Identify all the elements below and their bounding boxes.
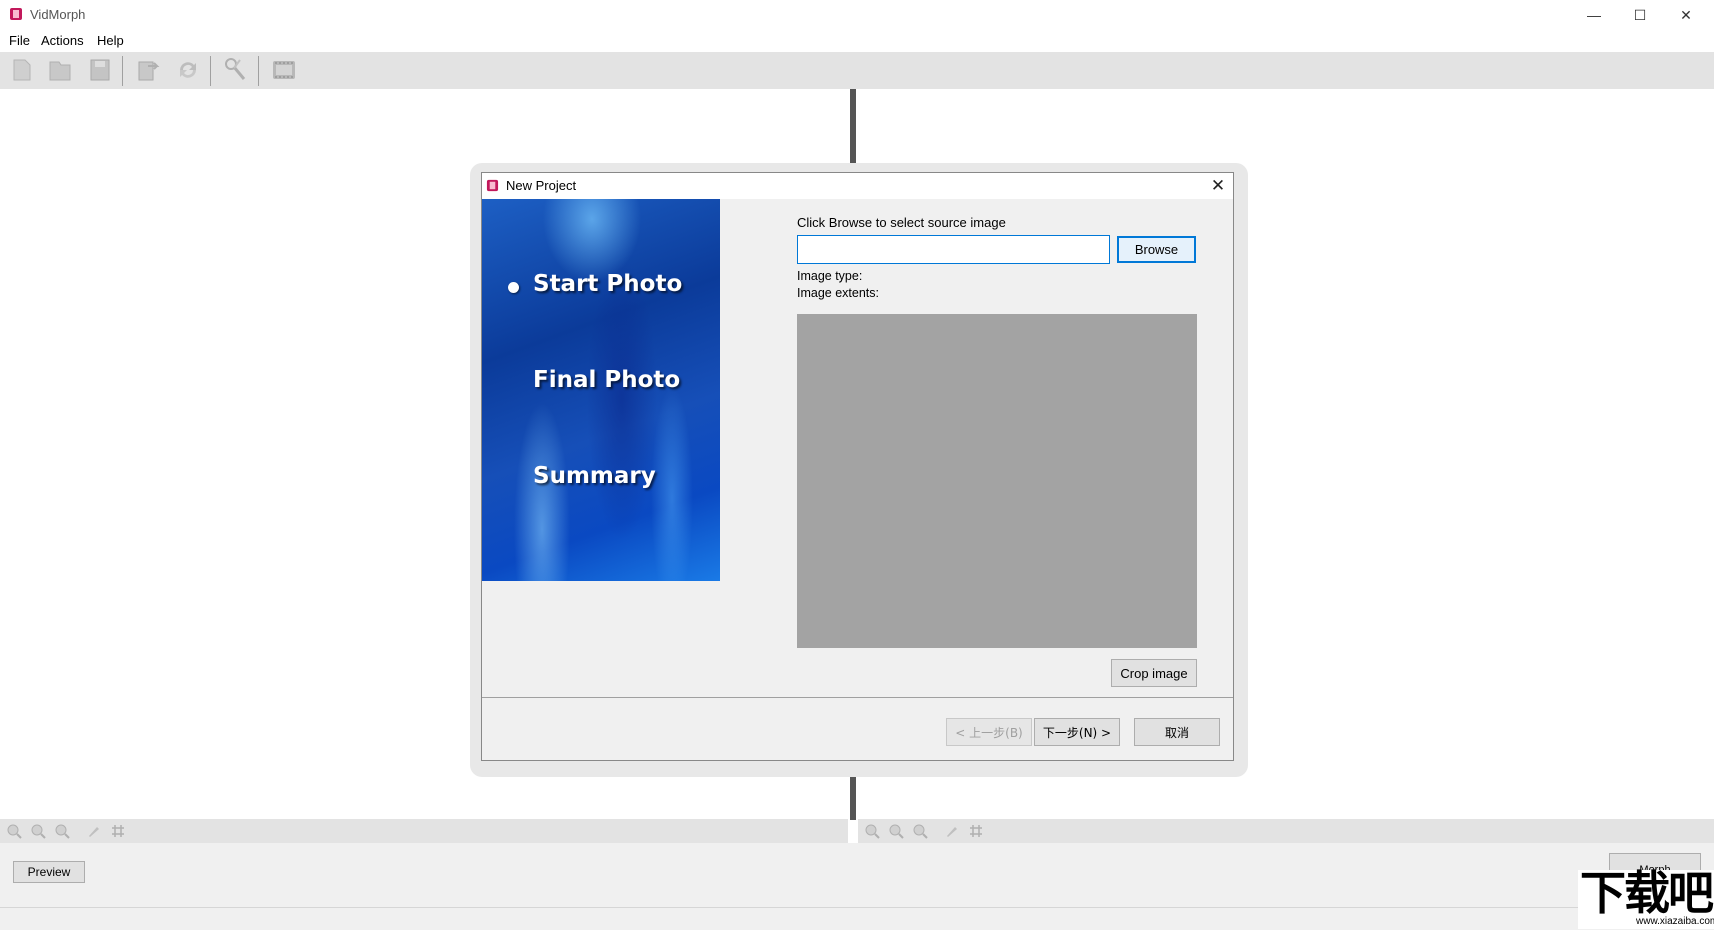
menu-file[interactable]: File [9,33,30,48]
open-icon[interactable] [46,56,74,84]
grid-icon[interactable] [110,823,126,839]
dialog-titlebar [482,173,1233,199]
dialog-close-button[interactable]: ✕ [1205,174,1231,198]
cancel-button[interactable]: 取消 [1134,718,1220,746]
step-final-photo: Final Photo [533,367,681,393]
source-image-input[interactable] [797,235,1110,264]
watermark-logo: 下载吧 [1580,866,1714,920]
close-icon: ✕ [1680,6,1692,23]
next-button[interactable]: 下一步(N) > [1034,718,1120,746]
maximize-button[interactable]: ☐ [1617,0,1663,30]
bottom-panel [0,843,1714,907]
menu-actions[interactable]: Actions [41,33,84,48]
window-titlebar [0,0,1714,30]
window-title: VidMorph [30,7,86,22]
zoom-fit-icon[interactable] [912,823,928,839]
tools-icon[interactable] [222,56,250,84]
image-type-label: Image type: [797,269,863,283]
film-icon[interactable] [270,56,298,84]
pane-splitter[interactable] [850,89,856,169]
zoom-out-icon[interactable] [30,823,46,839]
menu-bar [0,30,1714,52]
zoom-fit-icon[interactable] [54,823,70,839]
export-icon[interactable] [134,56,162,84]
image-extents-label: Image extents: [797,286,879,300]
zoom-in-icon[interactable] [6,823,22,839]
toolbar-separator [122,56,123,86]
toolbar-separator [210,56,211,86]
save-icon[interactable] [86,56,114,84]
menu-help[interactable]: Help [97,33,124,48]
image-preview [797,314,1197,648]
app-logo-icon [486,179,499,192]
active-step-bullet-icon [508,282,519,293]
zoom-out-icon[interactable] [888,823,904,839]
watermark-url: www.xiazaiba.com [1636,916,1714,927]
grid-icon[interactable] [968,823,984,839]
browse-button[interactable]: Browse [1117,236,1196,263]
left-pane-toolbar [0,819,848,843]
preview-button[interactable]: Preview [13,861,85,883]
minimize-icon: — [1587,7,1601,23]
maximize-icon: ☐ [1633,6,1647,23]
step-start-photo: Start Photo [533,271,683,297]
crop-image-button[interactable]: Crop image [1111,659,1197,687]
right-pane-toolbar [858,819,1714,843]
app-logo-icon [10,8,22,20]
toolbar-separator [258,56,259,86]
refresh-icon[interactable] [174,56,202,84]
brush-icon[interactable] [86,823,102,839]
browse-prompt: Click Browse to select source image [797,215,1006,230]
status-bar [0,907,1714,930]
new-icon[interactable] [8,56,36,84]
close-button[interactable]: ✕ [1663,0,1709,30]
close-icon: ✕ [1210,176,1226,195]
dialog-title: New Project [506,178,577,193]
back-button[interactable]: < 上一步(B) [946,718,1032,746]
minimize-button[interactable]: — [1571,0,1617,30]
zoom-in-icon[interactable] [864,823,880,839]
step-summary: Summary [533,463,656,489]
dialog-divider [482,697,1233,698]
brush-icon[interactable] [944,823,960,839]
